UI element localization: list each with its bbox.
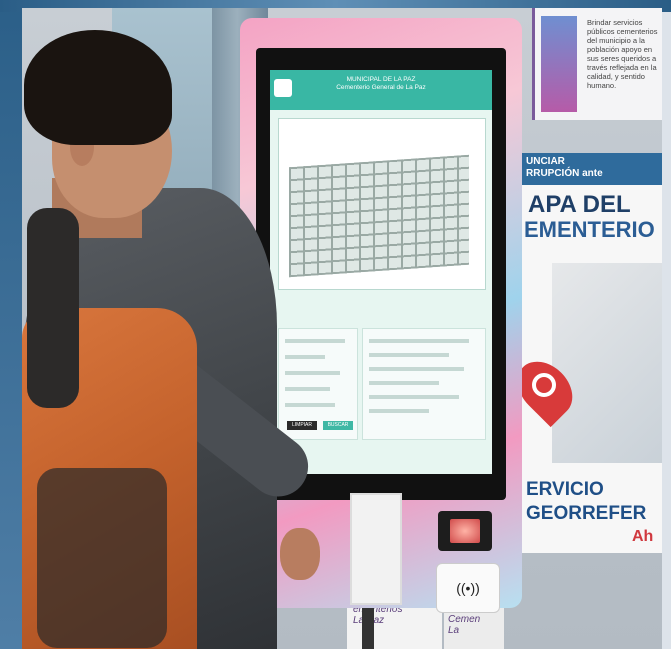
poster-band: UNCIAR RRUPCIÓN ante (522, 153, 662, 185)
form-line (369, 367, 464, 371)
form-line (369, 395, 459, 399)
barcode-scanner (438, 511, 492, 551)
poster-top-text: Brindar servicios públicos cementerios d… (587, 18, 658, 90)
form-line (369, 409, 429, 413)
poster-map-image (552, 263, 662, 463)
poster-title-line1: APA DEL (528, 191, 631, 218)
form-line (369, 353, 449, 357)
sign-bottom-right-text: Cemen La (448, 614, 481, 636)
form-line (369, 381, 439, 385)
photo-frame: Brindar servicios públicos cementerios d… (0, 0, 671, 649)
sign-bottom-right: Cemen La (444, 608, 504, 649)
contactless-reader-icon: ((•)) (436, 563, 500, 613)
poster-band-line2: RRUPCIÓN ante (526, 168, 603, 179)
cemetery-map-poster: UNCIAR RRUPCIÓN ante APA DEL EMENTERIO E… (506, 153, 662, 553)
poster-footer-line2: GEORREFER (526, 503, 647, 524)
location-pin-dot (532, 373, 556, 397)
scanner-light (450, 519, 480, 543)
poster-top-image (541, 16, 577, 112)
poster-title-line2: EMENTERIO (524, 217, 655, 242)
poster-footer-line3: Ah (632, 528, 654, 545)
frame-left-border (0, 0, 22, 649)
person (22, 8, 352, 649)
person-hand (280, 528, 320, 580)
backpack-strap (37, 468, 167, 648)
poster-band-line1: UNCIAR (526, 156, 565, 167)
poster-footer-line1: ERVICIO (526, 479, 604, 500)
photo: Brindar servicios públicos cementerios d… (22, 8, 662, 649)
kiosk-stand (362, 608, 374, 649)
form-line (369, 339, 469, 343)
backpack-strap (27, 208, 79, 408)
receipt-printer-slot (350, 493, 402, 605)
poster-top: Brindar servicios públicos cementerios d… (532, 8, 662, 120)
person-hair (24, 30, 172, 145)
search-form-right (362, 328, 486, 440)
